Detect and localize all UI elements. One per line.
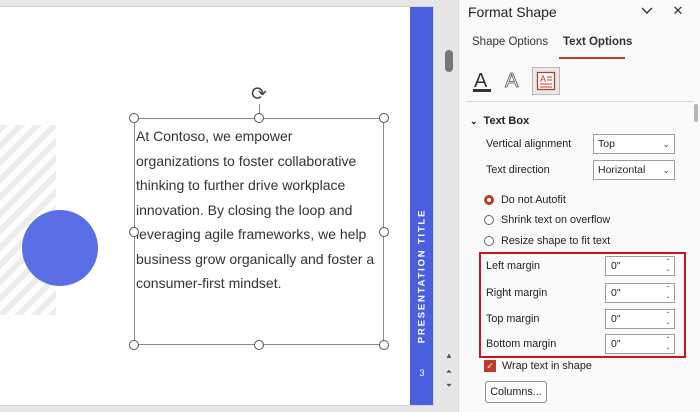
svg-text:A: A [540,74,546,84]
text-line: thinking to further drive workplace [136,177,346,193]
radio-label: Do not Autofit [501,194,566,206]
checkbox-checked-icon[interactable]: ✓ [484,360,496,372]
section-title: Text Box [483,115,530,127]
text-line: organizations to foster collaborative [136,152,357,169]
wrap-text-label: Wrap text in shape [502,360,592,372]
text-direction-label: Text direction [486,164,550,176]
text-direction-value: Horizontal [598,164,646,176]
resize-handle-top[interactable] [254,113,264,123]
selected-tab-indicator [559,57,625,59]
wrap-text-checkbox-row[interactable]: ✓ Wrap text in shape [484,359,592,373]
tab-text-options[interactable]: Text Options [563,36,632,48]
title-band [410,7,433,405]
text-box-content[interactable]: At Contoso, we empower organizations to … [136,124,376,296]
radio-button[interactable] [484,236,494,246]
resize-handle-right[interactable] [379,227,389,237]
radio-label: Resize shape to fit text [501,235,611,247]
radio-resize-shape-to-fit-text[interactable]: Resize shape to fit text [484,234,610,248]
svg-text:A: A [505,70,519,92]
resize-handle-bottom[interactable] [254,340,264,350]
previous-slide-icon[interactable]: ⏶ [442,366,456,378]
section-text-box[interactable]: ⌄ Text Box [470,115,529,127]
decorative-circle[interactable] [22,210,98,286]
resize-handle-top-right[interactable] [379,113,389,123]
resize-handle-bottom-left[interactable] [129,340,139,350]
resize-handle-left[interactable] [129,227,139,237]
text-fill-outline-icon[interactable]: A [468,67,496,95]
textbox-icon[interactable]: A [532,67,560,95]
chevron-down-icon[interactable] [638,2,656,20]
text-line: leveraging agile frameworks, we help [136,226,367,242]
chevron-down-icon[interactable]: ⌄ [470,116,478,126]
rotate-handle-icon[interactable]: ⟳ [248,84,270,106]
margins-highlight-box [479,252,686,358]
presentation-title: PRESENTATION TITLE [416,208,428,344]
slide-scroll-thumb[interactable] [445,50,453,72]
text-line: consumer-first mindset. [136,275,282,291]
chevron-down-icon: ⌄ [662,165,670,175]
chevron-down-icon: ⌄ [662,139,670,149]
radio-label: Shrink text on overflow [501,214,611,226]
resize-handle-top-left[interactable] [129,113,139,123]
vertical-alignment-dropdown[interactable]: Top ⌄ [593,134,675,154]
text-line: innovation. By closing the loop and [136,201,353,218]
vertical-alignment-label: Vertical alignment [486,138,572,150]
tab-shape-options[interactable]: Shape Options [472,36,548,48]
svg-text:A: A [474,70,488,92]
pane-divider [466,101,694,102]
pane-scroll-thumb[interactable] [694,104,698,122]
pane-title: Format Shape [468,4,557,20]
columns-button[interactable]: Columns... [485,381,547,403]
slide-number: 3 [419,368,425,378]
text-direction-dropdown[interactable]: Horizontal ⌄ [593,160,675,180]
resize-handle-bottom-right[interactable] [379,340,389,350]
text-effects-icon[interactable]: A [499,67,527,95]
radio-do-not-autofit[interactable]: Do not Autofit [484,193,566,207]
close-icon[interactable]: ✕ [669,2,687,20]
radio-button[interactable] [484,195,494,205]
radio-shrink-text-on-overflow[interactable]: Shrink text on overflow [484,213,610,227]
text-line: business grow organically and foster a [136,250,375,267]
text-line: At Contoso, we empower [136,128,293,144]
next-slide-icon[interactable]: ⏷ [442,380,456,392]
slide-editing-area[interactable]: PRESENTATION TITLE 3 ⟳ At Contoso, we em… [0,0,440,412]
vertical-alignment-value: Top [598,138,615,150]
scroll-up-icon[interactable]: ▲ [442,350,456,362]
radio-button[interactable] [484,215,494,225]
